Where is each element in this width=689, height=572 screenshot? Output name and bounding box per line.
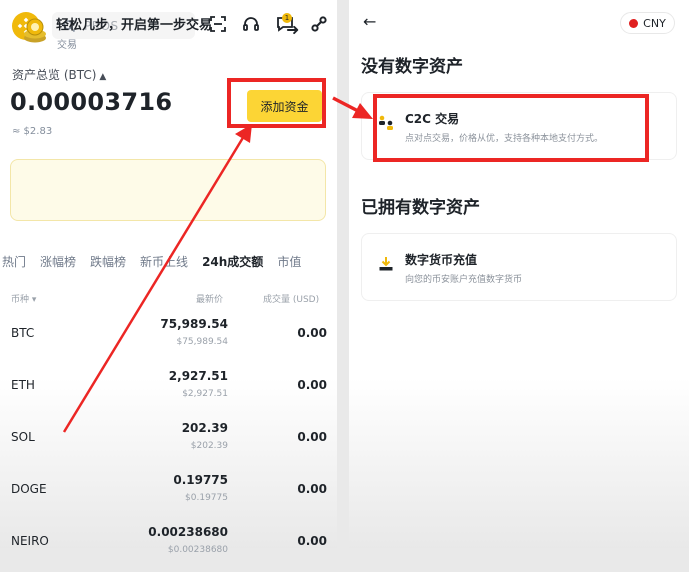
row-symbol: DOGE [11,482,47,496]
back-arrow-icon[interactable]: ← [363,12,376,31]
highlight-box-add-funds [227,78,326,128]
row-price-usd: $0.00238680 [167,545,228,555]
column-header-coin-label: 币种 [11,295,30,305]
table-row-neiro[interactable]: NEIRO 0.00238680 $0.00238680 0.00 [0,520,337,572]
tab-losers[interactable]: 跌幅榜 [90,253,126,273]
link-icon[interactable] [310,15,328,33]
market-tabs: 热门 涨幅榜 跌幅榜 新币上线 24h成交额 市值 [2,253,315,273]
tab-24h-volume[interactable]: 24h成交额 [202,253,263,273]
deposit-subtitle: 向您的币安账户充值数字货币 [405,275,523,285]
deposit-icon [379,257,393,271]
column-header-coin[interactable]: 币种 ▾ [11,292,36,305]
row-volume: 0.00 [297,482,327,496]
row-price: 75,989.54 [160,317,228,331]
arrow-right-icon[interactable]: ➜ [286,20,299,39]
headset-icon[interactable] [242,15,260,33]
row-price-usd: $202.39 [190,441,228,451]
balance-label[interactable]: 资产总览 (BTC) ▲ [12,66,106,83]
balance-value: 0.00003716 [10,88,173,116]
row-price-usd: $0.19775 [185,493,228,503]
table-row-doge[interactable]: DOGE 0.19775 $0.19775 0.00 [0,468,337,520]
currency-label: CNY [643,16,666,30]
coin-stack-icon [24,18,46,43]
row-price: 202.39 [181,421,228,435]
balance-usd: ≈ $2.83 [12,126,53,137]
column-header-volume[interactable]: 成交量 (USD) [263,292,319,305]
row-symbol: ETH [11,378,35,392]
row-volume: 0.00 [297,430,327,444]
promo-title: 轻松几步，开启第一步交易 [56,18,213,33]
bottom-fade-overlay [349,378,689,548]
column-header-price[interactable]: 最新价 [196,292,223,305]
section-title-has-assets: 已拥有数字资产 [361,198,480,218]
row-volume: 0.00 [297,326,327,340]
row-price-usd: $75,989.54 [176,337,228,347]
row-price: 0.00238680 [148,525,228,539]
table-row-btc[interactable]: BTC 75,989.54 $75,989.54 0.00 [0,312,337,364]
promo-card[interactable] [10,159,326,221]
row-symbol: SOL [11,430,35,444]
tab-hot[interactable]: 热门 [2,253,26,273]
chevron-down-icon: ▾ [31,295,37,305]
tab-gainers[interactable]: 涨幅榜 [40,253,76,273]
tab-new-listing[interactable]: 新币上线 [140,253,188,273]
row-volume: 0.00 [297,378,327,392]
row-symbol: NEIRO [11,534,49,548]
row-symbol: BTC [11,326,35,340]
china-flag-icon [629,18,639,28]
row-volume: 0.00 [297,534,327,548]
row-price: 0.19775 [173,473,228,487]
currency-selector[interactable]: CNY [620,12,675,34]
highlight-box-c2c [373,94,649,162]
promo-subtitle: 交易 [57,40,77,51]
table-row-eth[interactable]: ETH 2,927.51 $2,927.51 0.00 [0,364,337,416]
deposit-title: 数字货币充值 [405,253,478,267]
row-price-usd: $2,927.51 [182,389,228,399]
section-title-no-assets: 没有数字资产 [361,57,463,77]
table-row-sol[interactable]: SOL 202.39 $202.39 0.00 [0,416,337,468]
tab-market-cap[interactable]: 市值 [277,253,301,273]
balance-label-text: 资产总览 (BTC) [12,68,97,82]
chevron-up-icon: ▲ [99,72,107,82]
row-price: 2,927.51 [168,369,228,383]
